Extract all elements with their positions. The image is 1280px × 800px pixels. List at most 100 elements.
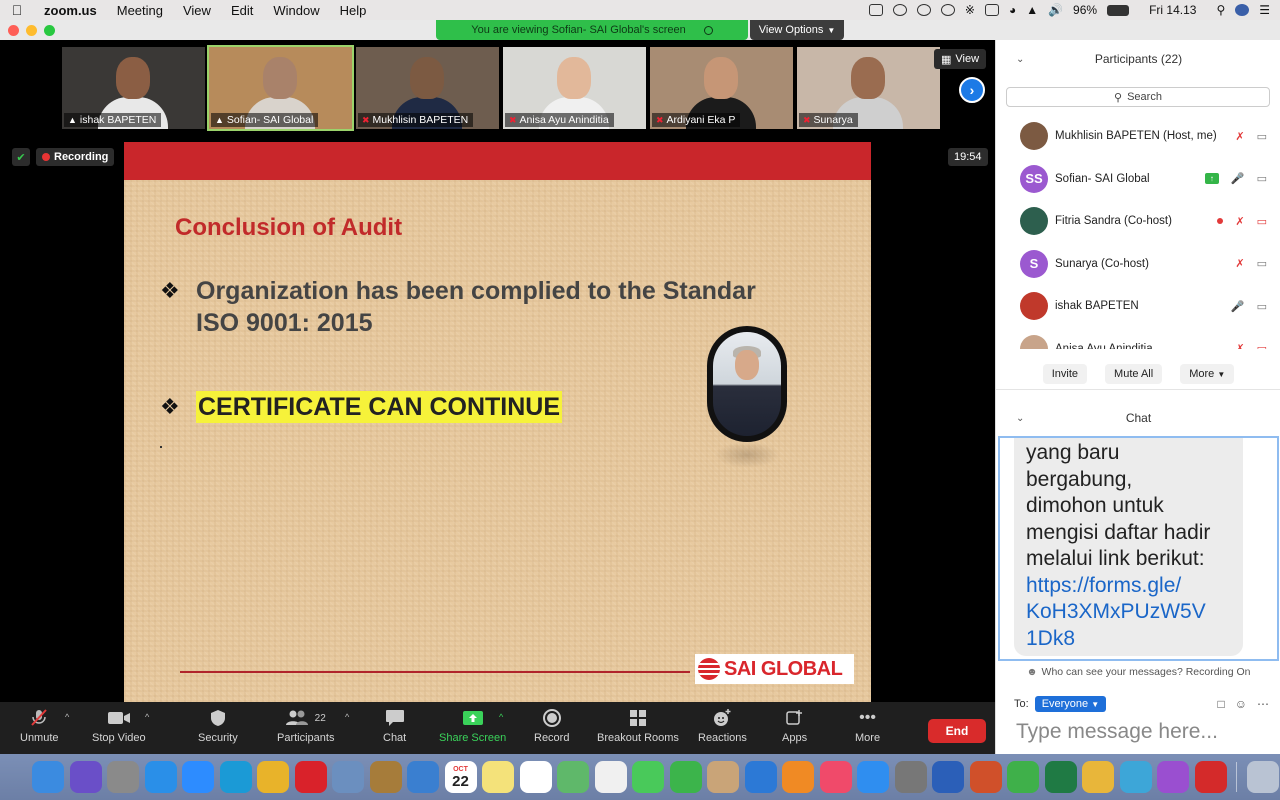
launchpad-icon[interactable] [107, 761, 139, 793]
end-meeting-button[interactable]: End [928, 719, 986, 743]
participant-row[interactable]: Mukhlisin BAPETEN (Host, me) ✗ ▭ [996, 115, 1280, 158]
close-window-button[interactable] [8, 25, 19, 36]
mic-icon[interactable]: 🎤 [1231, 300, 1245, 313]
recording-indicator[interactable]: Recording [36, 148, 115, 166]
chat-message-input[interactable]: Type message here... [1016, 720, 1218, 744]
photos-icon[interactable] [594, 761, 627, 793]
participant-row[interactable]: Anisa Ayu Aninditia✗▭ [996, 328, 1280, 349]
safari-icon[interactable] [144, 761, 177, 793]
reminders-icon[interactable] [519, 761, 552, 793]
finder-icon[interactable] [32, 761, 64, 793]
messages-icon[interactable] [632, 761, 664, 793]
more-dots-icon[interactable]: ⋯ [1257, 697, 1269, 711]
facetime-icon[interactable] [669, 761, 702, 793]
menu-help[interactable]: Help [330, 3, 377, 18]
record-button[interactable]: Record [534, 708, 569, 744]
wifi-icon[interactable]: ◕ [1009, 3, 1016, 17]
keyboard-icon[interactable] [984, 4, 999, 16]
books-icon[interactable] [782, 761, 814, 793]
excel-icon[interactable] [1044, 761, 1077, 793]
menu-view[interactable]: View [173, 3, 221, 18]
mute-all-button[interactable]: Mute All [1105, 363, 1163, 384]
word-icon[interactable] [932, 761, 964, 793]
opera-icon[interactable] [294, 761, 327, 793]
stop-video-button[interactable]: Stop Video [92, 708, 146, 744]
contacts-icon[interactable] [707, 761, 739, 793]
time-machine-icon[interactable] [940, 4, 955, 16]
podcasts-icon[interactable] [1157, 761, 1189, 793]
participant-video-thumbnail[interactable]: ✖ Sunarya [797, 47, 940, 129]
share-options-caret[interactable]: ^ [499, 712, 503, 722]
zoom-icon[interactable] [182, 761, 214, 793]
edge-icon[interactable] [219, 761, 252, 793]
view-options-button[interactable]: View Options ▼ [750, 20, 844, 40]
airplay-icon[interactable]: ▲ [1026, 3, 1038, 17]
view-layout-button[interactable]: ▦ View [934, 49, 986, 69]
chat-messages-area[interactable]: yang baru bergabung, dimohon untuk mengi… [998, 436, 1279, 661]
mic-muted-icon[interactable]: ✗ [1235, 215, 1244, 228]
collapse-chevron-icon[interactable]: ⌄ [1016, 54, 1024, 65]
acrobat-icon[interactable] [1194, 761, 1227, 793]
recipient-dropdown[interactable]: Everyone ▼ [1034, 696, 1107, 712]
battery-icon[interactable] [1107, 4, 1130, 16]
creative-cloud-icon[interactable] [892, 4, 907, 16]
file-icon[interactable]: □ [1217, 697, 1224, 711]
participant-row[interactable]: Fitria Sandra (Co-host) ✗ ▭ [996, 200, 1280, 243]
who-can-see-messages[interactable]: ☻ Who can see your messages? Recording O… [996, 665, 1280, 679]
participant-video-thumbnail[interactable]: ▲ ishak BAPETEN [62, 47, 205, 129]
minimize-window-button[interactable] [26, 25, 37, 36]
participant-row[interactable]: S Sunarya (Co-host) ✗ ▭ [996, 243, 1280, 286]
apps-button[interactable]: Apps [782, 708, 807, 744]
numbers-icon[interactable] [1007, 761, 1039, 793]
video-camera-icon[interactable]: ▭ [1257, 130, 1267, 143]
system-preferences-icon[interactable] [894, 761, 927, 793]
video-camera-icon[interactable]: ▭ [1257, 300, 1267, 313]
share-screen-button[interactable]: Share Screen [439, 708, 506, 744]
security-button[interactable]: Security [198, 708, 238, 744]
sync-status-icon[interactable] [916, 4, 931, 16]
collapse-chevron-icon[interactable]: ⌄ [1016, 413, 1024, 424]
breakout-rooms-button[interactable]: Breakout Rooms [597, 708, 679, 744]
spotlight-icon[interactable]: ⚲ [1216, 3, 1225, 17]
zoom-window-button[interactable] [44, 25, 55, 36]
video-off-icon[interactable]: ▭ [1257, 342, 1267, 349]
next-page-button[interactable]: › [959, 77, 985, 103]
participants-button[interactable]: 22 Participants [277, 708, 334, 744]
zoom-status-icon[interactable] [868, 4, 883, 16]
menu-app-name[interactable]: zoom.us [34, 3, 107, 18]
bluetooth-icon[interactable]: ※ [965, 3, 975, 17]
mic-muted-icon[interactable]: ✗ [1235, 130, 1244, 143]
music-icon[interactable] [819, 761, 852, 793]
chat-link[interactable]: KoH3XMxPUzW5V [1026, 599, 1231, 626]
chat-link[interactable]: https://forms.gle/ [1026, 573, 1231, 600]
battery-percent[interactable]: 96% [1073, 3, 1097, 17]
menu-meeting[interactable]: Meeting [107, 3, 173, 18]
menu-edit[interactable]: Edit [221, 3, 263, 18]
more-button[interactable]: ••• More [855, 708, 880, 744]
mic-muted-icon[interactable]: ✗ [1235, 257, 1244, 270]
chrome-icon[interactable] [257, 761, 289, 793]
notes-icon[interactable] [482, 761, 514, 793]
participant-row[interactable]: SS Sofian- SAI Global ↑ 🎤 ▭ [996, 158, 1280, 201]
preview-icon[interactable] [332, 761, 364, 793]
encryption-shield-icon[interactable]: ✔ [12, 148, 30, 166]
participant-video-thumbnail[interactable]: ▲ Sofian- SAI Global [207, 45, 354, 131]
mic-muted-icon[interactable]: ✗ [1235, 342, 1244, 349]
reactions-button[interactable]: Reactions [698, 708, 747, 744]
maps-icon[interactable] [557, 761, 589, 793]
notebook-icon[interactable] [369, 761, 402, 793]
invite-button[interactable]: Invite [1042, 363, 1088, 384]
participant-video-thumbnail[interactable]: ✖ Anisa Ayu Aninditia [503, 47, 646, 129]
siri-icon[interactable] [69, 761, 102, 793]
video-off-icon[interactable]: ▭ [1257, 215, 1267, 228]
participants-options-caret[interactable]: ^ [345, 712, 349, 722]
menu-window[interactable]: Window [263, 3, 329, 18]
volume-icon[interactable]: 🔊 [1048, 3, 1063, 17]
unmute-button[interactable]: Unmute [20, 708, 59, 744]
clock[interactable]: Fri 14.13 [1149, 3, 1196, 17]
notification-center-icon[interactable]: ☰ [1259, 3, 1270, 17]
video-options-caret[interactable]: ^ [145, 712, 149, 722]
mail-icon[interactable] [407, 761, 439, 793]
more-options-button[interactable]: More ▼ [1180, 363, 1235, 384]
chat-button[interactable]: Chat [383, 708, 406, 744]
